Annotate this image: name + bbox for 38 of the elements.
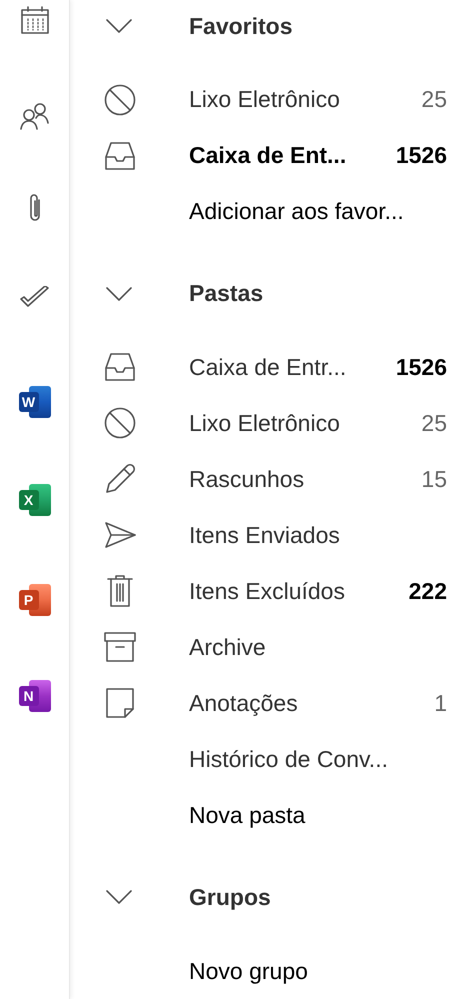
- action-link[interactable]: Nova pasta: [189, 798, 449, 833]
- section-title[interactable]: Pastas: [189, 276, 264, 311]
- unread-count: 1: [434, 689, 447, 718]
- unread-count: 25: [421, 85, 447, 114]
- trash-icon: [107, 575, 133, 608]
- chevron-icon[interactable]: [105, 889, 133, 906]
- folder-item[interactable]: Archive: [189, 630, 449, 665]
- tray-icon: [104, 142, 136, 170]
- folder-item[interactable]: Itens Excluídos: [189, 574, 401, 609]
- unread-count: 1526: [396, 141, 447, 170]
- folder-item[interactable]: Anotações: [189, 686, 426, 721]
- unread-count: 15: [421, 465, 447, 494]
- folder-item[interactable]: Itens Enviados: [189, 518, 449, 553]
- blocked-icon: [104, 407, 136, 440]
- calendar-icon[interactable]: [20, 6, 50, 36]
- people-icon[interactable]: [20, 102, 50, 130]
- folder-item[interactable]: Histórico de Conv...: [189, 742, 449, 777]
- folder-item[interactable]: Lixo Eletrônico: [189, 406, 414, 441]
- pencil-icon: [104, 463, 136, 496]
- unread-count: 25: [421, 409, 447, 438]
- checkmark-icon[interactable]: [18, 286, 50, 310]
- section-title[interactable]: Grupos: [189, 880, 271, 914]
- action-link[interactable]: Novo grupo: [189, 954, 449, 988]
- send-icon: [104, 522, 136, 548]
- note-icon: [106, 688, 134, 718]
- section-title[interactable]: Favoritos: [189, 8, 293, 44]
- unread-count: 1526: [396, 353, 447, 382]
- folder-item[interactable]: Rascunhos: [189, 462, 414, 497]
- action-link[interactable]: Adicionar aos favor...: [189, 194, 449, 229]
- folder-item[interactable]: Caixa de Entr...: [189, 350, 388, 385]
- tray-icon: [104, 353, 136, 382]
- blocked-icon: [104, 84, 136, 116]
- chevron-icon[interactable]: [105, 286, 133, 302]
- folder-item[interactable]: Lixo Eletrônico: [189, 82, 414, 117]
- folder-item[interactable]: Caixa de Ent...: [189, 138, 388, 173]
- chevron-icon[interactable]: [105, 18, 133, 34]
- archive-box-icon: [104, 632, 136, 662]
- unread-count: 222: [408, 577, 447, 606]
